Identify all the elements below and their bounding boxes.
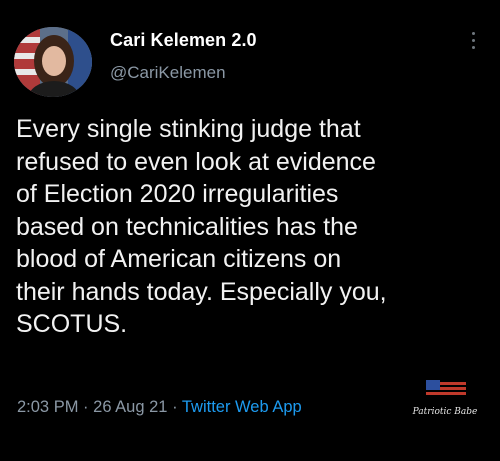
- tweet-text-line: Every single stinking judge that: [16, 115, 361, 143]
- separator: ·: [83, 398, 89, 416]
- tweet-card: Cari Kelemen 2.0 @CariKelemen Every sing…: [0, 0, 500, 461]
- tweet-metadata: 2:03 PM · 26 Aug 21 · Twitter Web App: [17, 398, 302, 417]
- dot: [471, 32, 475, 35]
- dot: [471, 39, 475, 42]
- watermark-logo: Patriotic Babe: [412, 376, 478, 426]
- tweet-text-line: of Election 2020 irregularities: [16, 180, 339, 208]
- svg-text:Patriotic Babe: Patriotic Babe: [412, 407, 477, 417]
- dot: [471, 46, 475, 49]
- separator: ·: [172, 398, 178, 416]
- flag-watermark-icon: Patriotic Babe: [412, 380, 477, 417]
- tweet-text-line: SCOTUS.: [16, 310, 128, 338]
- tweet-time[interactable]: 2:03 PM: [17, 398, 78, 416]
- display-name[interactable]: Cari Kelemen 2.0: [110, 30, 257, 51]
- tweet-text-line: blood of American citizens on: [16, 245, 342, 273]
- avatar-image: [14, 27, 92, 97]
- more-options-icon[interactable]: [468, 32, 478, 56]
- avatar[interactable]: [14, 27, 92, 97]
- tweet-text-line: their hands today. Especially you,: [16, 277, 387, 306]
- tweet-text: Every single stinking judge that refused…: [16, 113, 492, 341]
- user-handle[interactable]: @CariKelemen: [110, 63, 226, 83]
- tweet-source-link[interactable]: Twitter Web App: [182, 398, 302, 416]
- tweet-date[interactable]: 26 Aug 21: [93, 398, 167, 416]
- tweet-text-line: based on technicalities has the: [16, 212, 358, 241]
- tweet-text-line: refused to even look at evidence: [16, 147, 376, 176]
